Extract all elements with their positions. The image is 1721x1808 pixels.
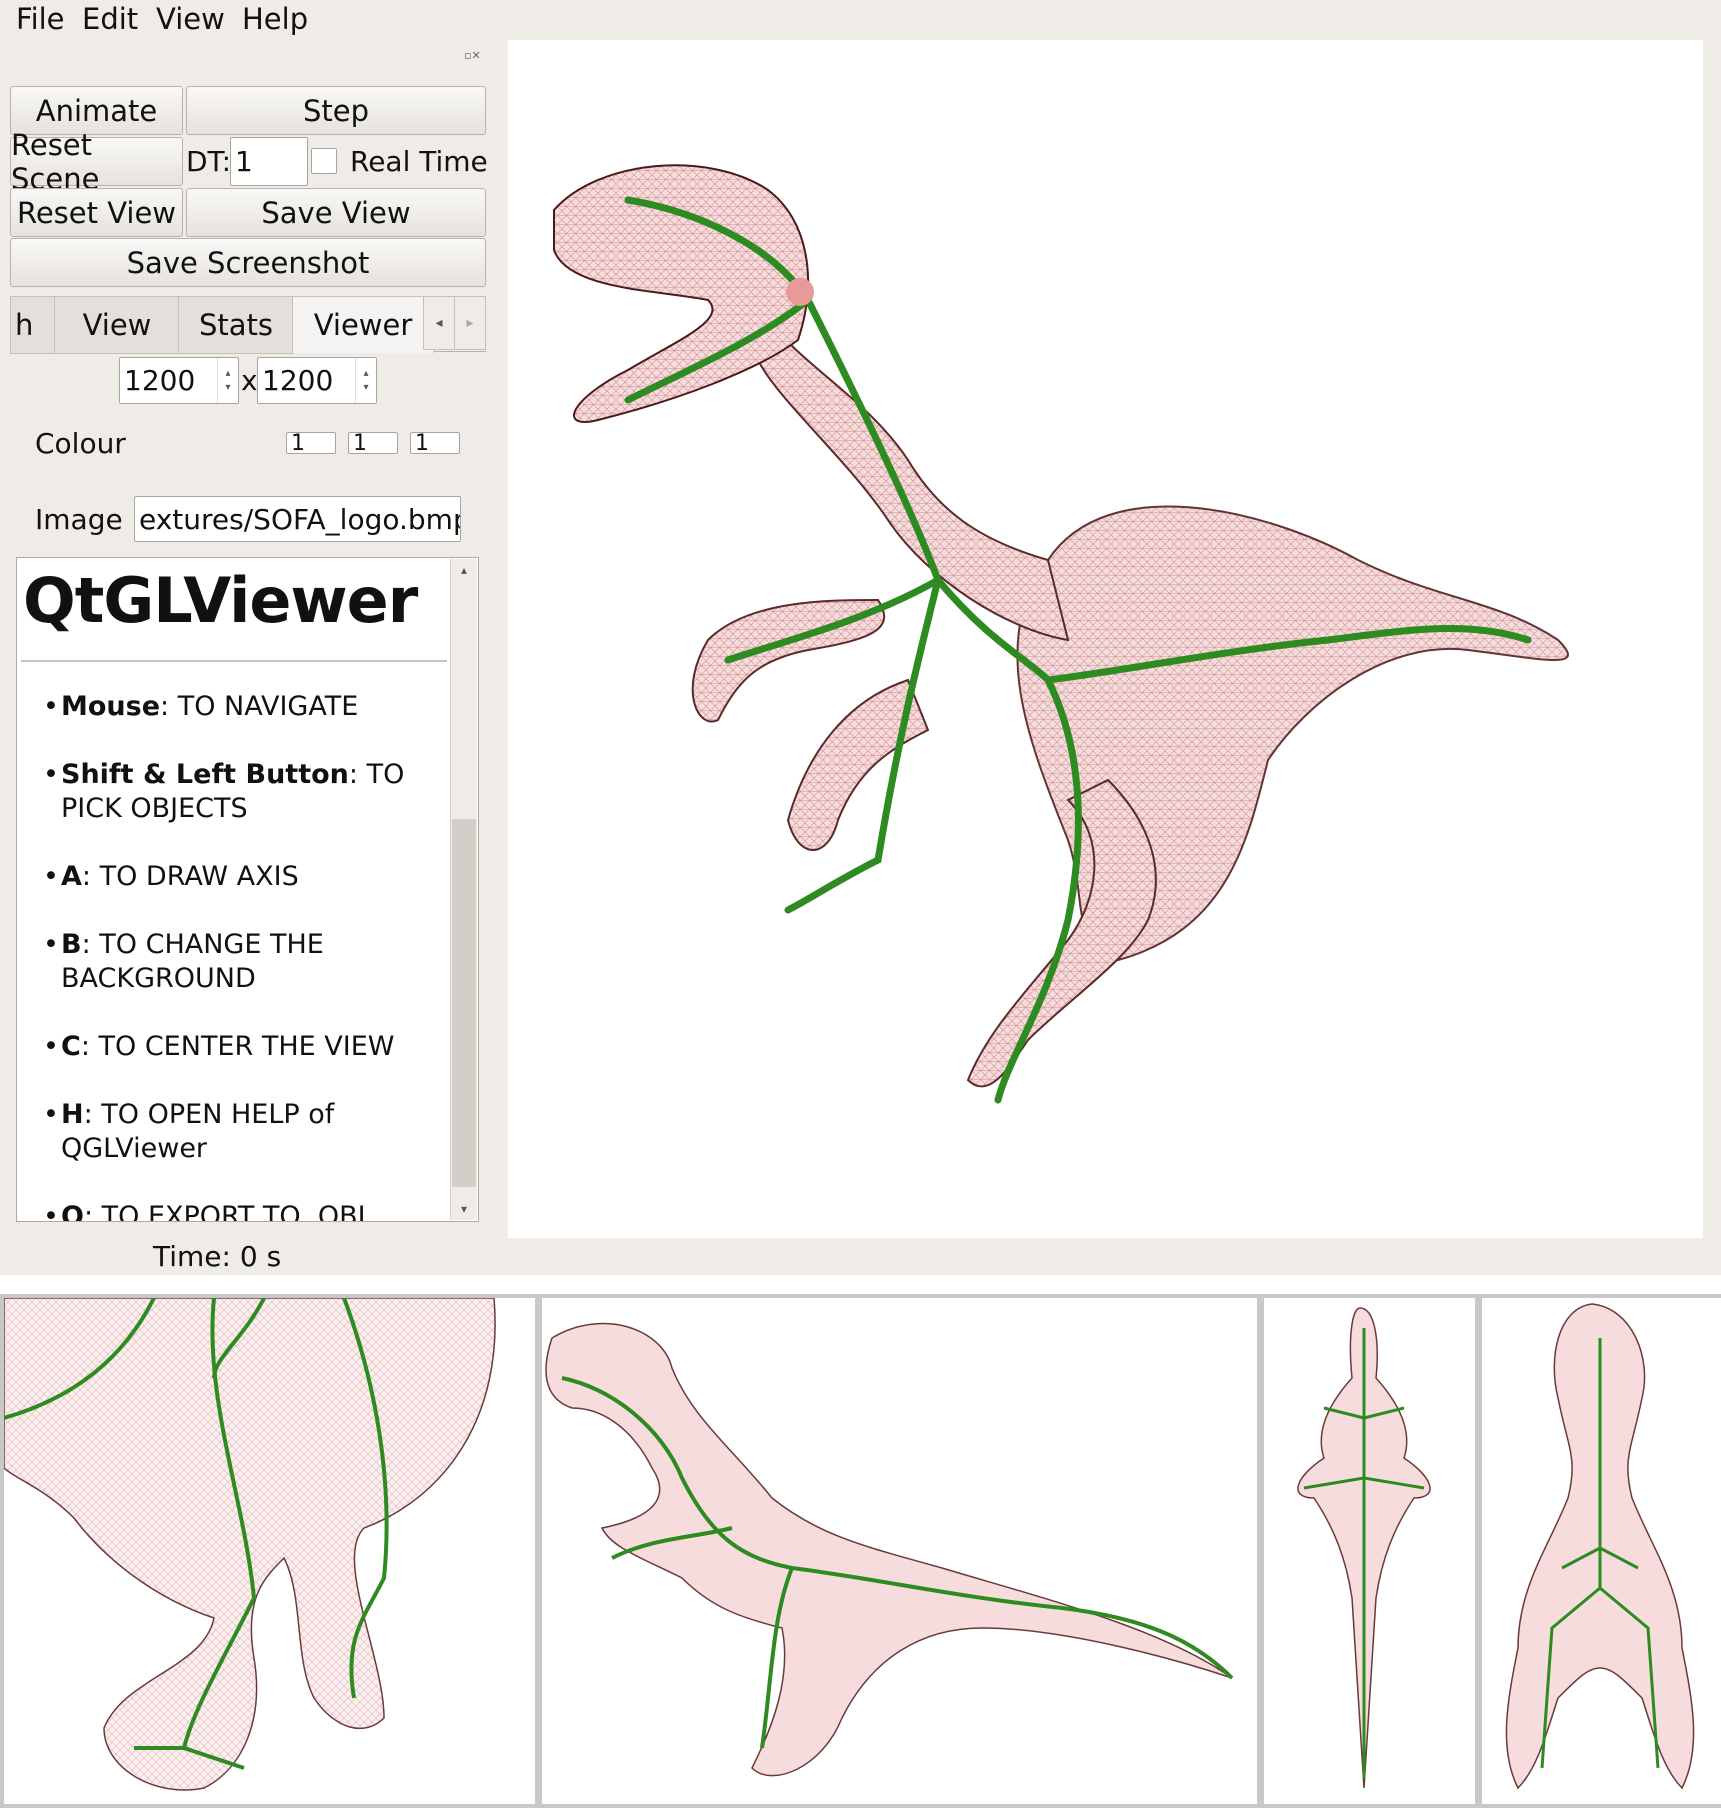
size-separator: x xyxy=(241,364,258,397)
help-key: H xyxy=(61,1099,84,1130)
help-text: : TO CENTER THE VIEW xyxy=(80,1031,395,1062)
scroll-thumb[interactable] xyxy=(452,819,476,1187)
dt-label: DT: xyxy=(186,145,232,178)
spin-arrows-icon[interactable]: ▴ ▾ xyxy=(355,358,376,403)
viewport-top-view[interactable] xyxy=(1260,1294,1479,1808)
width-spinbox[interactable]: 1200 ▴ ▾ xyxy=(119,357,239,404)
save-view-button[interactable]: Save View xyxy=(186,188,486,237)
colour-r-input[interactable]: 1 xyxy=(286,432,336,454)
tab-view[interactable]: View xyxy=(54,296,180,354)
help-text: : TO CHANGE THE xyxy=(81,929,324,960)
help-title: QtGLViewer xyxy=(23,564,418,637)
spin-arrows-icon[interactable]: ▴ ▾ xyxy=(217,358,238,403)
tab-bar: h View Stats Viewer ◂ ▸ xyxy=(10,296,486,354)
help-item: • H: TO OPEN HELP of QGLViewer xyxy=(43,1099,335,1164)
help-item: • A: TO DRAW AXIS xyxy=(43,861,299,892)
raptor-side-wireframe xyxy=(545,1322,1234,1777)
height-value: 1200 xyxy=(262,364,334,397)
help-text: : TO OPEN HELP of xyxy=(83,1099,335,1130)
tab-viewer[interactable]: Viewer xyxy=(292,296,434,353)
help-item: • Mouse: TO NAVIGATE xyxy=(43,691,359,722)
real-time-label: Real Time xyxy=(350,145,488,178)
help-scrollbar[interactable]: ▴ ▾ xyxy=(450,559,477,1220)
raptor-wireframe-main xyxy=(553,164,1569,1104)
help-text: BACKGROUND xyxy=(61,963,256,994)
dock-float-close-icons[interactable]: ▫✕ xyxy=(464,49,494,63)
help-key: Shift & Left Button xyxy=(61,759,349,790)
help-text: : TO xyxy=(348,759,405,790)
help-key: A xyxy=(61,861,82,892)
reset-view-button[interactable]: Reset View xyxy=(10,188,183,237)
help-text: : TO NAVIGATE xyxy=(160,691,359,722)
tab-graph[interactable]: h xyxy=(10,296,60,354)
raptor-front-wireframe xyxy=(1505,1303,1695,1790)
gl-viewport[interactable] xyxy=(508,40,1703,1238)
menu-edit[interactable]: Edit xyxy=(82,2,138,36)
step-button[interactable]: Step xyxy=(186,86,486,135)
save-screenshot-button[interactable]: Save Screenshot xyxy=(10,238,486,287)
width-value: 1200 xyxy=(124,364,196,397)
help-text: QGLViewer xyxy=(61,1133,208,1164)
help-item: • C: TO CENTER THE VIEW xyxy=(43,1031,395,1062)
help-item: • Shift & Left Button: TO PICK OBJECTS xyxy=(43,759,405,824)
help-text: : TO EXPORT TO .OBJ xyxy=(83,1201,366,1222)
raptor-top-wireframe xyxy=(1297,1307,1431,1789)
raptor-legs-wireframe xyxy=(4,1298,496,1791)
image-path-input[interactable]: extures/SOFA_logo.bmp xyxy=(134,496,461,542)
help-key: Mouse xyxy=(61,691,161,722)
colour-b-input[interactable]: 1 xyxy=(410,432,460,454)
help-text: PICK OBJECTS xyxy=(61,793,248,824)
help-item: • B: TO CHANGE THE BACKGROUND xyxy=(43,929,324,994)
viewport-front-view[interactable] xyxy=(1478,1294,1721,1808)
help-key: O xyxy=(61,1201,84,1222)
help-item: • O: TO EXPORT TO .OBJ xyxy=(43,1200,433,1222)
reset-scene-button[interactable]: Reset Scene xyxy=(10,128,183,196)
help-key: C xyxy=(61,1031,81,1062)
menu-view[interactable]: View xyxy=(156,2,225,36)
image-label: Image xyxy=(35,502,123,536)
help-key: B xyxy=(61,929,82,960)
application-window: File Edit View Help ▫✕ Animate Step Rese… xyxy=(0,0,1721,1275)
time-status: Time: 0 s xyxy=(153,1240,282,1273)
real-time-checkbox[interactable] xyxy=(311,148,337,174)
dt-input[interactable]: 1 xyxy=(230,137,308,186)
tab-scroll-right-icon[interactable]: ▸ xyxy=(454,296,486,350)
viewport-closeup-legs[interactable] xyxy=(0,1294,539,1808)
height-spinbox[interactable]: 1200 ▴ ▾ xyxy=(257,357,377,404)
scroll-up-icon[interactable]: ▴ xyxy=(451,563,477,577)
help-text: : TO DRAW AXIS xyxy=(81,861,299,892)
colour-label: Colour xyxy=(35,426,126,460)
tab-scroll-left-icon[interactable]: ◂ xyxy=(423,296,455,350)
colour-g-input[interactable]: 1 xyxy=(348,432,398,454)
scroll-down-icon[interactable]: ▾ xyxy=(451,1202,477,1216)
help-divider xyxy=(21,660,447,662)
menu-file[interactable]: File xyxy=(16,2,65,36)
menu-bar: File Edit View Help xyxy=(0,0,1721,40)
viewport-side-view[interactable] xyxy=(538,1294,1261,1808)
tab-stats[interactable]: Stats xyxy=(178,296,294,354)
menu-help[interactable]: Help xyxy=(242,2,308,36)
help-panel: QtGLViewer • Mouse: TO NAVIGATE • Shift & … xyxy=(16,557,479,1222)
